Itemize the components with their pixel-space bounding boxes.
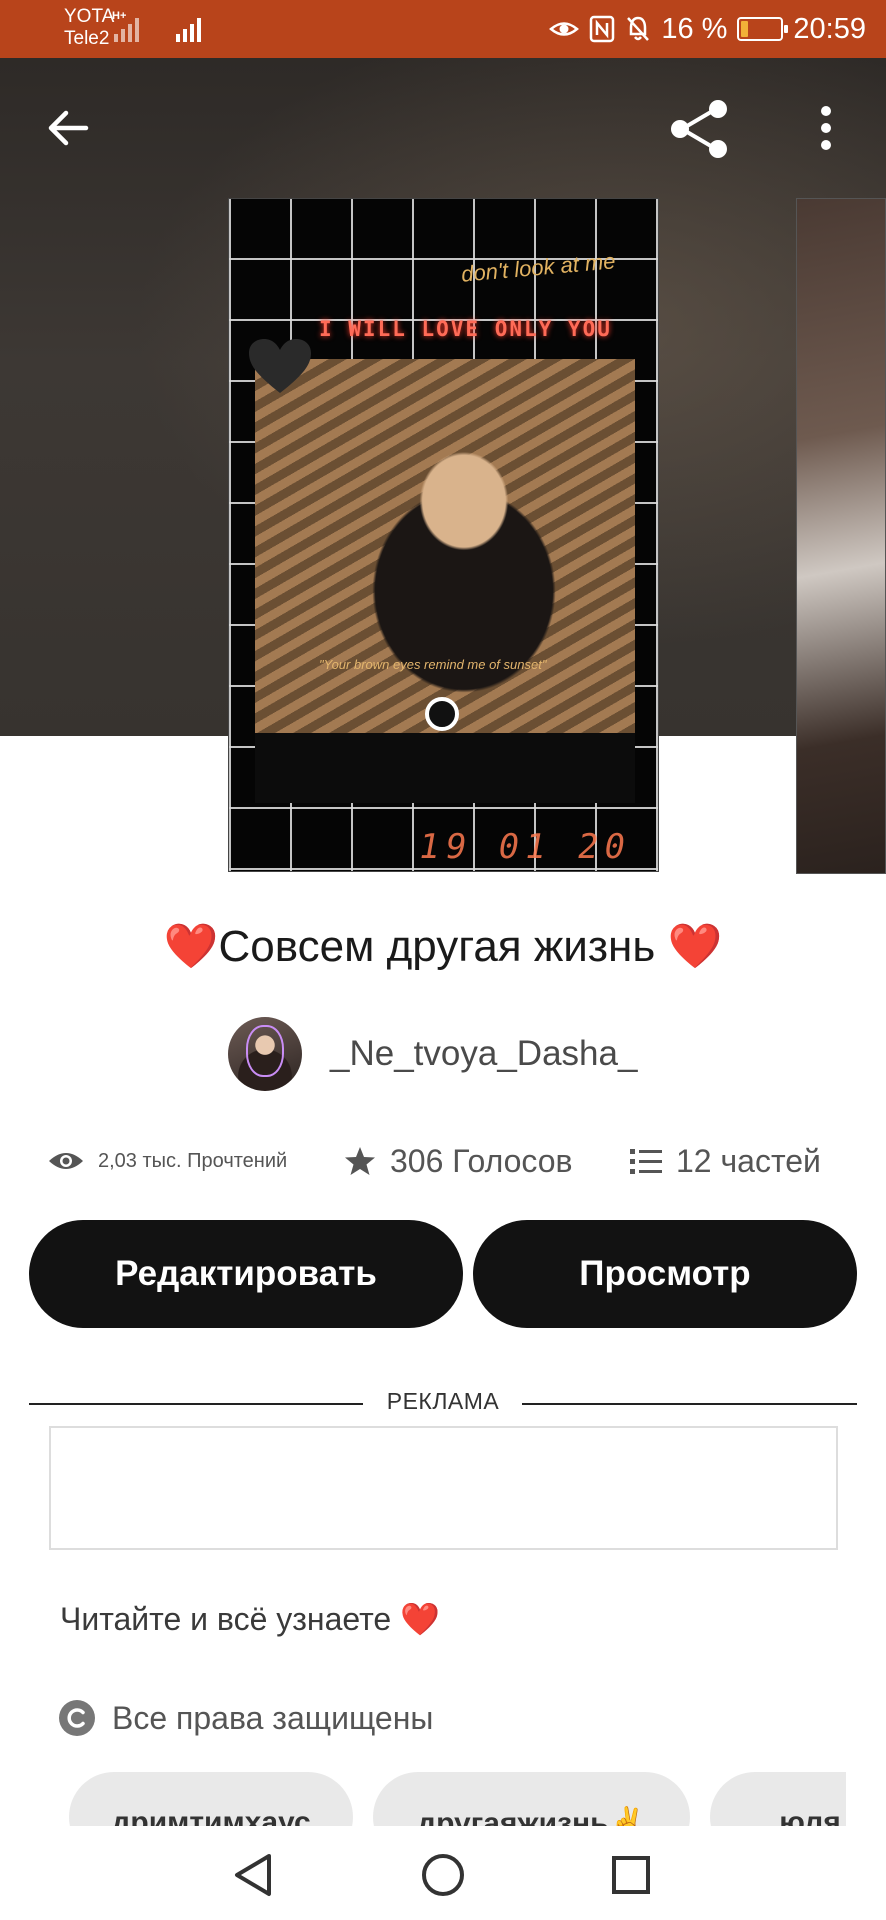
story-title: ❤️Совсем другая жизнь ❤️ — [163, 922, 723, 971]
status-indicators: 16 % 20:59 — [549, 12, 866, 46]
tag-chip[interactable]: дримтимхаус — [69, 1772, 353, 1826]
view-button[interactable]: Просмотр — [473, 1220, 857, 1328]
cover-text-2: I WILL LOVE ONLY YOU — [319, 317, 612, 341]
camera-shutter-icon — [425, 697, 459, 731]
carrier-1: YOTA — [64, 6, 115, 27]
status-bar: YOTA Tele2 H+ 16 % 20:59 — [0, 0, 886, 58]
cover-text-4: 19 01 20 — [415, 827, 635, 867]
list-icon — [630, 1149, 662, 1174]
triangle-back-icon — [235, 1854, 271, 1896]
story-cover-image[interactable]: don't look at me I WILL LOVE ONLY YOU "Y… — [228, 198, 659, 872]
system-nav-bar — [0, 1826, 886, 1920]
star-icon — [345, 1147, 375, 1175]
votes-count: 306 Голосов — [390, 1142, 573, 1179]
copyright-text: Все права защищены — [112, 1699, 434, 1736]
next-cover-image[interactable] — [796, 198, 886, 874]
author-name[interactable]: _Ne_tvoya_Dasha_ — [330, 1034, 637, 1074]
carrier-info: YOTA Tele2 — [64, 6, 114, 50]
battery-fill — [741, 21, 749, 37]
share-button[interactable] — [664, 94, 734, 164]
tag-list: дримтимхаус другаяжизнь✌️ юля — [0, 1772, 846, 1826]
parts-stat: 12 частей — [630, 1136, 821, 1186]
battery-percent: 16 % — [661, 12, 728, 45]
ad-banner[interactable] — [49, 1426, 838, 1550]
story-description: Читайте и всё узнаете ❤️ — [60, 1601, 440, 1637]
copyright-icon — [59, 1700, 95, 1736]
tag-chip[interactable]: юля — [710, 1772, 846, 1826]
parts-count: 12 частей — [676, 1142, 821, 1179]
edit-button[interactable]: Редактировать — [29, 1220, 463, 1328]
author-link[interactable]: _Ne_tvoya_Dasha_ — [228, 1016, 637, 1092]
eye-comfort-icon — [549, 22, 580, 36]
votes-stat: 306 Голосов — [344, 1136, 573, 1186]
cover-text-3: "Your brown eyes remind me of sunset" — [319, 657, 547, 672]
cover-photo — [255, 359, 635, 733]
copyright-line: Все права защищены — [58, 1696, 433, 1740]
clock: 20:59 — [793, 12, 866, 45]
story-stats: 2,03 тыс. Прочтений 306 Голосов 12 часте… — [48, 1136, 848, 1186]
square-recents-icon — [612, 1856, 650, 1894]
signal-icon — [176, 14, 201, 42]
mute-bell-icon — [627, 16, 650, 41]
black-heart-icon — [249, 339, 311, 393]
reads-count: 2,03 тыс. Прочтений — [98, 1149, 288, 1172]
nav-home-button[interactable] — [408, 1840, 478, 1910]
ad-label: РЕКЛАМА — [386, 1388, 500, 1414]
signal-icon — [114, 14, 139, 42]
battery-icon — [737, 17, 789, 41]
nav-recents-button[interactable] — [596, 1840, 666, 1910]
more-vertical-icon — [821, 106, 831, 150]
eye-icon — [49, 1153, 83, 1169]
tag-chip[interactable]: другаяжизнь✌️ — [373, 1772, 690, 1826]
nfc-icon — [590, 15, 615, 43]
back-button[interactable] — [36, 96, 100, 160]
circle-home-icon — [422, 1854, 464, 1896]
share-icon — [671, 100, 727, 158]
cover-photo-bar — [255, 733, 635, 803]
reads-stat: 2,03 тыс. Прочтений — [48, 1136, 287, 1186]
more-options-button[interactable] — [806, 98, 846, 158]
ad-divider-left — [29, 1403, 363, 1405]
nav-back-button[interactable] — [218, 1840, 288, 1910]
ad-divider-right — [522, 1403, 857, 1405]
avatar[interactable] — [228, 1017, 302, 1091]
arrow-left-icon — [48, 110, 89, 146]
carrier-2: Tele2 — [64, 28, 110, 49]
